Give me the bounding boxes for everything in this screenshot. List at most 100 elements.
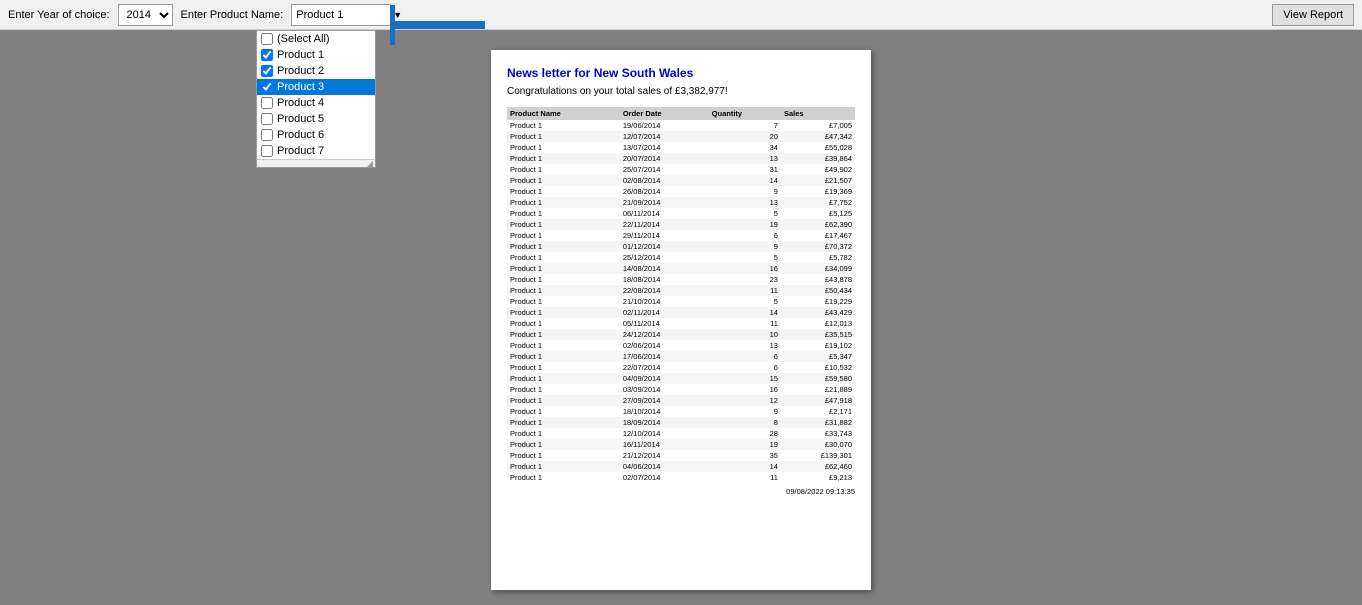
table-row: Product 117/06/20146£5,347: [507, 351, 855, 362]
table-cell: £9,213: [781, 472, 855, 483]
table-cell: 25/07/2014: [620, 164, 709, 175]
table-cell: 13: [709, 153, 781, 164]
table-cell: 6: [709, 351, 781, 362]
checkbox-product6[interactable]: [261, 129, 273, 141]
table-cell: £30,070: [781, 439, 855, 450]
table-cell: 19/06/2014: [620, 120, 709, 131]
checkbox-product4[interactable]: [261, 97, 273, 109]
table-cell: 12/07/2014: [620, 131, 709, 142]
table-cell: £7,005: [781, 120, 855, 131]
product-dropdown-panel: (Select All) Product 1 Product 2 Product…: [256, 30, 376, 168]
checkbox-product5[interactable]: [261, 113, 273, 125]
dropdown-item-product1[interactable]: Product 1: [257, 47, 375, 63]
table-cell: 13/07/2014: [620, 142, 709, 153]
table-row: Product 106/11/20145£5,125: [507, 208, 855, 219]
table-row: Product 122/07/20146£10,532: [507, 362, 855, 373]
table-row: Product 112/10/201428£33,743: [507, 428, 855, 439]
table-cell: Product 1: [507, 142, 620, 153]
table-row: Product 119/06/20147£7,005: [507, 120, 855, 131]
dropdown-item-select-all[interactable]: (Select All): [257, 31, 375, 47]
table-cell: 21/09/2014: [620, 197, 709, 208]
table-cell: 18/09/2014: [620, 417, 709, 428]
product-input-wrapper: ▼: [291, 4, 402, 26]
table-row: Product 102/11/201414£43,429: [507, 307, 855, 318]
table-cell: £19,102: [781, 340, 855, 351]
table-cell: 05/11/2014: [620, 318, 709, 329]
col-header-date: Order Date: [620, 107, 709, 120]
product-input[interactable]: [291, 4, 391, 26]
table-cell: Product 1: [507, 230, 620, 241]
table-cell: Product 1: [507, 362, 620, 373]
table-cell: 25/12/2014: [620, 252, 709, 263]
report-paper: News letter for New South Wales Congratu…: [491, 50, 871, 590]
checkbox-product1[interactable]: [261, 49, 273, 61]
table-cell: 9: [709, 406, 781, 417]
table-row: Product 118/09/20148£31,882: [507, 417, 855, 428]
table-cell: 19: [709, 439, 781, 450]
table-row: Product 102/08/201414£21,507: [507, 175, 855, 186]
table-cell: 35: [709, 450, 781, 461]
table-cell: 13: [709, 340, 781, 351]
table-cell: Product 1: [507, 153, 620, 164]
table-row: Product 120/07/201413£39,864: [507, 153, 855, 164]
table-row: Product 122/08/201411£50,434: [507, 285, 855, 296]
table-cell: £47,918: [781, 395, 855, 406]
table-cell: 29/11/2014: [620, 230, 709, 241]
table-row: Product 129/11/20146£17,467: [507, 230, 855, 241]
table-cell: 04/09/2014: [620, 373, 709, 384]
table-cell: 31: [709, 164, 781, 175]
table-cell: Product 1: [507, 428, 620, 439]
table-cell: Product 1: [507, 472, 620, 483]
dropdown-resize-handle[interactable]: ◢: [257, 159, 375, 167]
table-row: Product 125/12/20145£5,782: [507, 252, 855, 263]
main-content: News letter for New South Wales Congratu…: [0, 30, 1362, 605]
dropdown-item-product5[interactable]: Product 5: [257, 111, 375, 127]
table-cell: 21/12/2014: [620, 450, 709, 461]
table-cell: Product 1: [507, 373, 620, 384]
table-cell: £21,507: [781, 175, 855, 186]
table-cell: 18/10/2014: [620, 406, 709, 417]
checkbox-product7[interactable]: [261, 145, 273, 157]
table-row: Product 125/07/201431£49,902: [507, 164, 855, 175]
table-cell: 9: [709, 186, 781, 197]
table-cell: 26/08/2014: [620, 186, 709, 197]
table-cell: Product 1: [507, 186, 620, 197]
table-cell: £19,229: [781, 296, 855, 307]
table-cell: £35,515: [781, 329, 855, 340]
table-cell: £139,301: [781, 450, 855, 461]
table-row: Product 101/12/20149£70,372: [507, 241, 855, 252]
dropdown-item-product7[interactable]: Product 7: [257, 143, 375, 159]
table-cell: Product 1: [507, 131, 620, 142]
year-select[interactable]: 2014 2013 2015 2016: [118, 4, 173, 26]
table-cell: £59,580: [781, 373, 855, 384]
table-cell: 12/10/2014: [620, 428, 709, 439]
checkbox-select-all[interactable]: [261, 33, 273, 45]
col-header-qty: Quantity: [709, 107, 781, 120]
table-cell: 14: [709, 175, 781, 186]
table-cell: £43,429: [781, 307, 855, 318]
checkbox-product2[interactable]: [261, 65, 273, 77]
col-header-product: Product Name: [507, 107, 620, 120]
blue-arrow: [390, 5, 490, 48]
table-cell: Product 1: [507, 395, 620, 406]
report-title: News letter for New South Wales: [507, 66, 855, 80]
table-cell: Product 1: [507, 318, 620, 329]
table-row: Product 104/06/201414£62,460: [507, 461, 855, 472]
table-header-row: Product Name Order Date Quantity Sales: [507, 107, 855, 120]
table-cell: Product 1: [507, 175, 620, 186]
table-row: Product 102/07/201411£9,213: [507, 472, 855, 483]
checkbox-product3[interactable]: [261, 81, 273, 93]
table-cell: £55,028: [781, 142, 855, 153]
dropdown-item-product4[interactable]: Product 4: [257, 95, 375, 111]
table-cell: 21/10/2014: [620, 296, 709, 307]
table-cell: Product 1: [507, 340, 620, 351]
table-cell: £21,889: [781, 384, 855, 395]
dropdown-item-product6[interactable]: Product 6: [257, 127, 375, 143]
table-cell: Product 1: [507, 461, 620, 472]
table-cell: Product 1: [507, 351, 620, 362]
table-cell: 5: [709, 252, 781, 263]
view-report-button[interactable]: View Report: [1272, 4, 1354, 26]
dropdown-item-product2[interactable]: Product 2: [257, 63, 375, 79]
table-row: Product 127/09/201412£47,918: [507, 395, 855, 406]
dropdown-item-product3[interactable]: Product 3: [257, 79, 375, 95]
